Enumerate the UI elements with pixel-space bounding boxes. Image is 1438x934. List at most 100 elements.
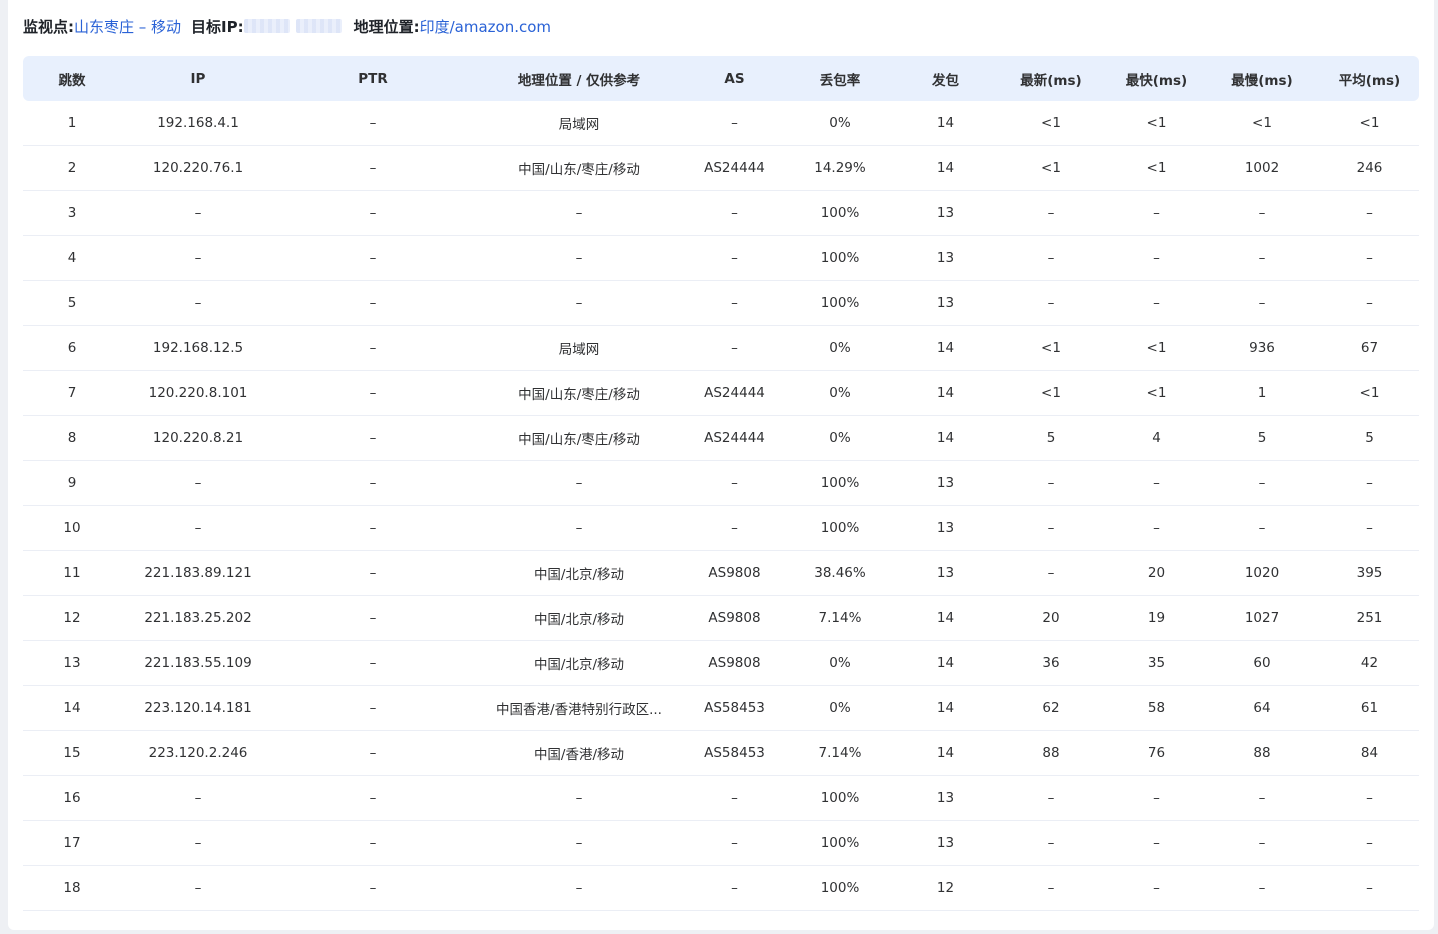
cell-avg: 84 <box>1320 730 1419 776</box>
cell-ip: 192.168.12.5 <box>121 325 275 371</box>
cell-loss: 100% <box>782 280 898 326</box>
cell-best: 58 <box>1109 685 1204 731</box>
cell-as: – <box>687 190 782 236</box>
cell-worst: – <box>1204 505 1320 551</box>
cell-last: – <box>993 775 1109 821</box>
cell-sent: 14 <box>898 640 993 686</box>
table-row: 13 221.183.55.109– 中国/北京/移动 AS9808 0% 14 36 35 6… <box>23 640 1419 686</box>
cell-ptr: – <box>275 325 471 371</box>
cell-worst: 1 <box>1204 370 1320 416</box>
column-header-sent[interactable]: 发包 <box>898 56 993 101</box>
cell-sent: 13 <box>898 505 993 551</box>
cell-last: – <box>993 460 1109 506</box>
cell-last: <1 <box>993 370 1109 416</box>
cell-ip: – <box>121 865 275 911</box>
cell-ptr: – <box>275 235 471 281</box>
cell-avg: 5 <box>1320 415 1419 461</box>
cell-as: – <box>687 460 782 506</box>
cell-avg: – <box>1320 460 1419 506</box>
cell-geo: – <box>471 865 687 911</box>
cell-best: 35 <box>1109 640 1204 686</box>
cell-ptr: – <box>275 685 471 731</box>
cell-geo: – <box>471 820 687 866</box>
table-row: 1 192.168.4.1– 局域网 –0% 14 <1 <1 <1 <1 <box>23 101 1419 146</box>
cell-avg: 42 <box>1320 640 1419 686</box>
column-header-ptr[interactable]: PTR <box>275 56 471 101</box>
cell-worst: – <box>1204 820 1320 866</box>
cell-ip: 223.120.2.246 <box>121 730 275 776</box>
table-row: 14 223.120.14.181– 中国香港/香港特别行政区... AS58453 0… <box>23 685 1419 731</box>
table-row: 12 221.183.25.202– 中国/北京/移动 AS9808 7.14% 14 20… <box>23 595 1419 641</box>
cell-worst: – <box>1204 775 1320 821</box>
cell-as: AS24444 <box>687 370 782 416</box>
cell-geo: 中国/北京/移动 <box>471 640 687 686</box>
target-ip-label: 目标IP: <box>191 17 244 36</box>
column-header-loss[interactable]: 丢包率 <box>782 56 898 101</box>
cell-last: 5 <box>993 415 1109 461</box>
cell-hop: 17 <box>23 820 121 866</box>
cell-hop: 8 <box>23 415 121 461</box>
table-row: 5– – – –100% 13– – – – <box>23 280 1419 326</box>
hop-table: 跳数 IP PTR 地理位置 / 仅供参考 AS 丢包率 发包 最新(ms) 最快(ms) 最慢(… <box>23 56 1419 911</box>
cell-ptr: – <box>275 101 471 146</box>
cell-last: 20 <box>993 595 1109 641</box>
cell-geo: – <box>471 190 687 236</box>
target-ip-redacted <box>243 19 342 33</box>
hop-table-container: 跳数 IP PTR 地理位置 / 仅供参考 AS 丢包率 发包 最新(ms) 最快(ms) 最慢(… <box>23 56 1419 911</box>
cell-best: – <box>1109 460 1204 506</box>
cell-best: – <box>1109 865 1204 911</box>
cell-avg: – <box>1320 505 1419 551</box>
table-row: 2 120.220.76.1– 中国/山东/枣庄/移动 AS24444 14.29% 14… <box>23 145 1419 191</box>
cell-ip: 120.220.8.101 <box>121 370 275 416</box>
cell-worst: – <box>1204 280 1320 326</box>
cell-hop: 11 <box>23 550 121 596</box>
cell-ptr: – <box>275 505 471 551</box>
column-header-avg[interactable]: 平均(ms) <box>1320 56 1419 101</box>
cell-worst: – <box>1204 190 1320 236</box>
cell-avg: – <box>1320 865 1419 911</box>
cell-best: – <box>1109 820 1204 866</box>
cell-avg: – <box>1320 235 1419 281</box>
cell-sent: 13 <box>898 550 993 596</box>
column-header-geo[interactable]: 地理位置 / 仅供参考 <box>471 56 687 101</box>
cell-geo: – <box>471 280 687 326</box>
cell-worst: – <box>1204 865 1320 911</box>
cell-ip: 221.183.89.121 <box>121 550 275 596</box>
cell-sent: 14 <box>898 145 993 191</box>
column-header-hop[interactable]: 跳数 <box>23 56 121 101</box>
cell-geo: – <box>471 775 687 821</box>
cell-avg: 67 <box>1320 325 1419 371</box>
cell-as: AS24444 <box>687 415 782 461</box>
cell-geo: 中国/香港/移动 <box>471 730 687 776</box>
cell-ip: – <box>121 505 275 551</box>
cell-as: AS58453 <box>687 685 782 731</box>
cell-ptr: – <box>275 460 471 506</box>
cell-worst: 60 <box>1204 640 1320 686</box>
cell-ip: – <box>121 280 275 326</box>
table-row: 6 192.168.12.5– 局域网 –0% 14 <1 <1 936 67 <box>23 325 1419 371</box>
cell-hop: 6 <box>23 325 121 371</box>
column-header-ip[interactable]: IP <box>121 56 275 101</box>
cell-avg: 251 <box>1320 595 1419 641</box>
cell-last: 88 <box>993 730 1109 776</box>
table-row: 9– – – –100% 13– – – – <box>23 460 1419 506</box>
cell-worst: 5 <box>1204 415 1320 461</box>
cell-avg: – <box>1320 280 1419 326</box>
cell-geo: 中国/北京/移动 <box>471 595 687 641</box>
cell-last: <1 <box>993 325 1109 371</box>
cell-worst: 936 <box>1204 325 1320 371</box>
cell-best: 76 <box>1109 730 1204 776</box>
cell-last: <1 <box>993 145 1109 191</box>
cell-worst: – <box>1204 235 1320 281</box>
geo-value: 印度/amazon.com <box>419 17 552 36</box>
cell-ptr: – <box>275 595 471 641</box>
cell-loss: 0% <box>782 325 898 371</box>
cell-worst: – <box>1204 460 1320 506</box>
cell-loss: 7.14% <box>782 730 898 776</box>
column-header-as[interactable]: AS <box>687 56 782 101</box>
column-header-worst[interactable]: 最慢(ms) <box>1204 56 1320 101</box>
column-header-last[interactable]: 最新(ms) <box>993 56 1109 101</box>
table-row: 16– – – –100% 13– – – – <box>23 775 1419 821</box>
column-header-best[interactable]: 最快(ms) <box>1109 56 1204 101</box>
table-row: 18– – – –100% 12– – – – <box>23 865 1419 911</box>
